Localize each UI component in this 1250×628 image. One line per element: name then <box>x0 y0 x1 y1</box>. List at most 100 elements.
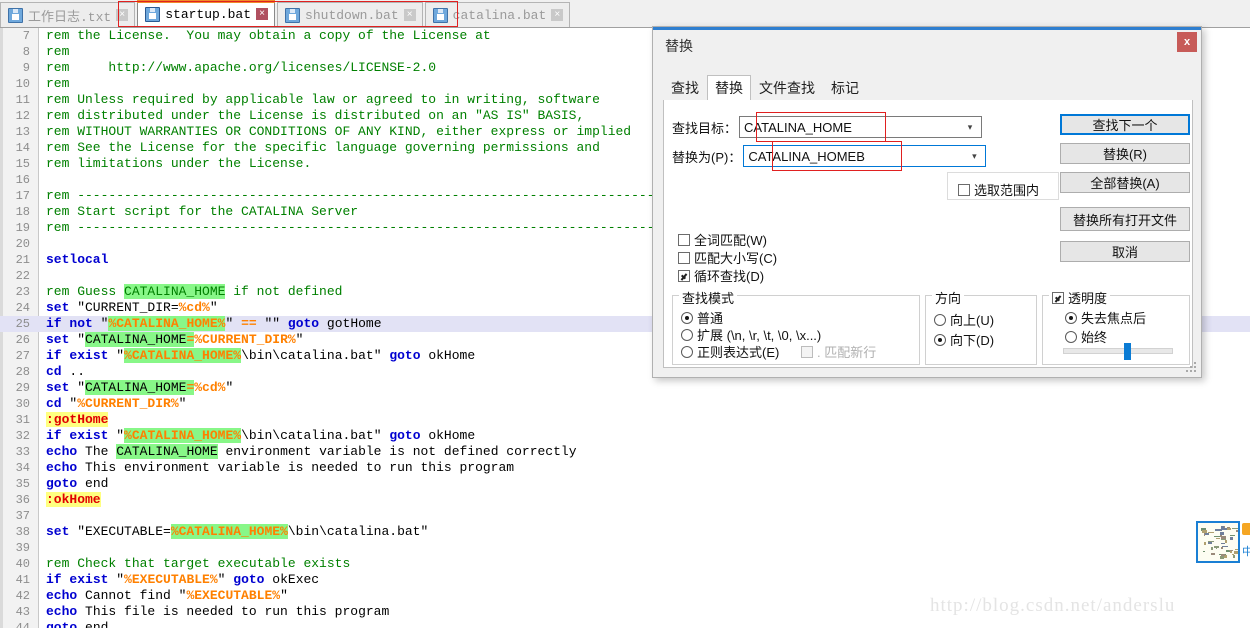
code-text: rem http://www.apache.org/licenses/LICEN… <box>46 60 436 76</box>
replace-button[interactable]: 替换(R) <box>1060 143 1190 164</box>
transparency-title-row[interactable]: 透明度 <box>1049 288 1111 307</box>
close-icon[interactable]: x <box>1177 32 1197 52</box>
code-line[interactable]: 44 goto end <box>0 620 1250 628</box>
code-line[interactable]: 33 echo The CATALINA_HOME environment var… <box>0 444 1250 460</box>
cancel-button[interactable]: 取消 <box>1060 241 1190 262</box>
code-line[interactable]: 39 <box>0 540 1250 556</box>
radio-button[interactable] <box>681 345 693 358</box>
radio-button[interactable] <box>1065 330 1077 343</box>
code-token: CATALINA_HOME <box>85 332 187 347</box>
code-token: set <box>46 332 70 347</box>
line-number: 26 <box>15 333 30 347</box>
code-line[interactable]: 32 if exist "%CATALINA_HOME%\bin\catalina… <box>0 428 1250 444</box>
replace-all-open-files-button[interactable]: 替换所有打开文件 <box>1060 207 1190 231</box>
editor-tab-1[interactable]: startup.bat × <box>137 0 276 27</box>
replace-with-row: 替换为(P)： ▾ <box>672 145 987 167</box>
code-line[interactable]: 37 <box>0 508 1250 524</box>
replace-with-combo[interactable]: ▾ <box>743 145 987 167</box>
in-selection-checkbox[interactable]: 选取范围内 <box>958 180 1039 199</box>
radio-button[interactable] <box>681 328 693 341</box>
code-line[interactable]: 34 echo This environment variable is need… <box>0 460 1250 476</box>
checkbox-box[interactable] <box>958 183 970 196</box>
radio-direction-1[interactable]: 向下(D) <box>934 330 994 349</box>
editor-tab-2[interactable]: shutdown.bat × <box>277 2 423 27</box>
replace-with-input[interactable] <box>744 147 964 165</box>
editor-tab-3[interactable]: catalina.bat × <box>424 2 571 27</box>
radio-button[interactable] <box>1065 311 1077 324</box>
option-checkbox-2[interactable]: 循环查找(D) <box>678 266 764 285</box>
option-checkbox-0[interactable]: 全词匹配(W) <box>678 230 767 249</box>
dialog-tab-3[interactable]: 标记 <box>823 75 867 101</box>
code-token: if <box>46 428 62 443</box>
slider-thumb[interactable] <box>1124 343 1132 360</box>
code-line[interactable]: 31:gotHome <box>0 412 1250 428</box>
resize-grip[interactable] <box>1186 362 1198 374</box>
in-selection-label: 选取范围内 <box>974 183 1040 198</box>
radio-search_mode-2[interactable]: 正则表达式(E) <box>681 342 779 361</box>
code-line[interactable]: 38 set "EXECUTABLE=%CATALINA_HOME%\bin\ca… <box>0 524 1250 540</box>
thumbnail-pixel <box>1233 555 1236 558</box>
tab-close-icon[interactable]: × <box>551 9 564 21</box>
radio-direction-0[interactable]: 向上(U) <box>934 310 994 329</box>
dialog-tab-strip[interactable]: 查找 替换 文件查找 标记 <box>663 75 1193 101</box>
code-line[interactable]: 40 rem Check that target executable exist… <box>0 556 1250 572</box>
tab-close-icon[interactable]: × <box>116 9 129 21</box>
line-number: 15 <box>15 157 30 171</box>
checkbox-box[interactable] <box>678 269 690 282</box>
option-checkbox-1[interactable]: 匹配大小写(C) <box>678 248 777 267</box>
code-text: if exist "%CATALINA_HOME%\bin\catalina.b… <box>46 348 475 364</box>
chevron-down-icon[interactable]: ▾ <box>963 146 985 166</box>
file-icon <box>145 6 161 22</box>
widget-label: 中 <box>1242 546 1250 558</box>
option-checkbox-label: 全词匹配(W) <box>694 233 767 248</box>
code-token: %cd% <box>178 300 210 315</box>
checkbox-box[interactable] <box>678 251 690 264</box>
dialog-tab-1[interactable]: 替换 <box>707 75 751 101</box>
editor-tab-0[interactable]: 工作日志.txt × <box>0 2 136 27</box>
thumbnail-pixel <box>1228 550 1233 552</box>
radio-transparency-0[interactable]: 失去焦点后 <box>1065 308 1146 327</box>
find-target-combo[interactable]: ▾ <box>739 116 983 138</box>
code-token: %CATALINA_HOME% <box>108 316 226 331</box>
code-token: gotHome <box>319 316 382 331</box>
code-line[interactable]: 35 goto end <box>0 476 1250 492</box>
chevron-down-icon[interactable]: ▾ <box>959 117 981 137</box>
replace-all-button[interactable]: 全部替换(A) <box>1060 172 1190 193</box>
code-token: %EXECUTABLE% <box>124 572 218 587</box>
code-text: rem distributed under the License is dis… <box>46 108 584 124</box>
radio-button[interactable] <box>934 333 946 346</box>
grip-dot <box>1190 370 1192 372</box>
radio-transparency-1[interactable]: 始终 <box>1065 327 1107 346</box>
code-token: end <box>77 620 109 628</box>
code-token: end <box>77 476 109 491</box>
editor-tab-label: shutdown.bat <box>305 7 399 23</box>
radio-button[interactable] <box>681 311 693 324</box>
dialog-tab-0[interactable]: 查找 <box>663 75 707 101</box>
code-token: :gotHome <box>46 412 109 427</box>
line-number: 11 <box>15 93 30 107</box>
dialog-tab-2[interactable]: 文件查找 <box>751 75 823 101</box>
code-line[interactable]: 41 if exist "%EXECUTABLE%" goto okExec <box>0 572 1250 588</box>
thumbnail-pixel <box>1202 550 1206 552</box>
transparency-slider[interactable] <box>1063 343 1173 360</box>
code-text: rem limitations under the License. <box>46 156 311 172</box>
find-next-button[interactable]: 查找下一个 <box>1060 114 1190 135</box>
transparency-checkbox[interactable] <box>1052 291 1064 304</box>
code-token: rem <box>46 44 70 59</box>
find-target-input[interactable] <box>740 118 960 136</box>
checkbox-box[interactable] <box>678 233 690 246</box>
code-line[interactable]: 30 cd "%CURRENT_DIR%" <box>0 396 1250 412</box>
code-token: " <box>178 396 187 411</box>
checkbox-box <box>801 345 813 358</box>
tab-close-icon[interactable]: × <box>256 8 269 20</box>
preview-thumbnail[interactable] <box>1196 521 1240 563</box>
line-number: 17 <box>15 189 30 203</box>
tab-close-icon[interactable]: × <box>403 9 416 21</box>
code-token: goto <box>389 348 421 363</box>
side-preview-widget[interactable]: 中 <box>1196 521 1250 569</box>
replace-dialog[interactable]: 替换 x 查找替换文件查找标记 查找目标： ▾ 替换为(P)： ▾ 选取范围内 <box>652 26 1202 378</box>
code-token: CATALINA_HOME <box>124 284 226 299</box>
code-line[interactable]: 36:okHome <box>0 492 1250 508</box>
code-line[interactable]: 29 set "CATALINA_HOME=%cd%" <box>0 380 1250 396</box>
radio-button[interactable] <box>934 313 946 326</box>
